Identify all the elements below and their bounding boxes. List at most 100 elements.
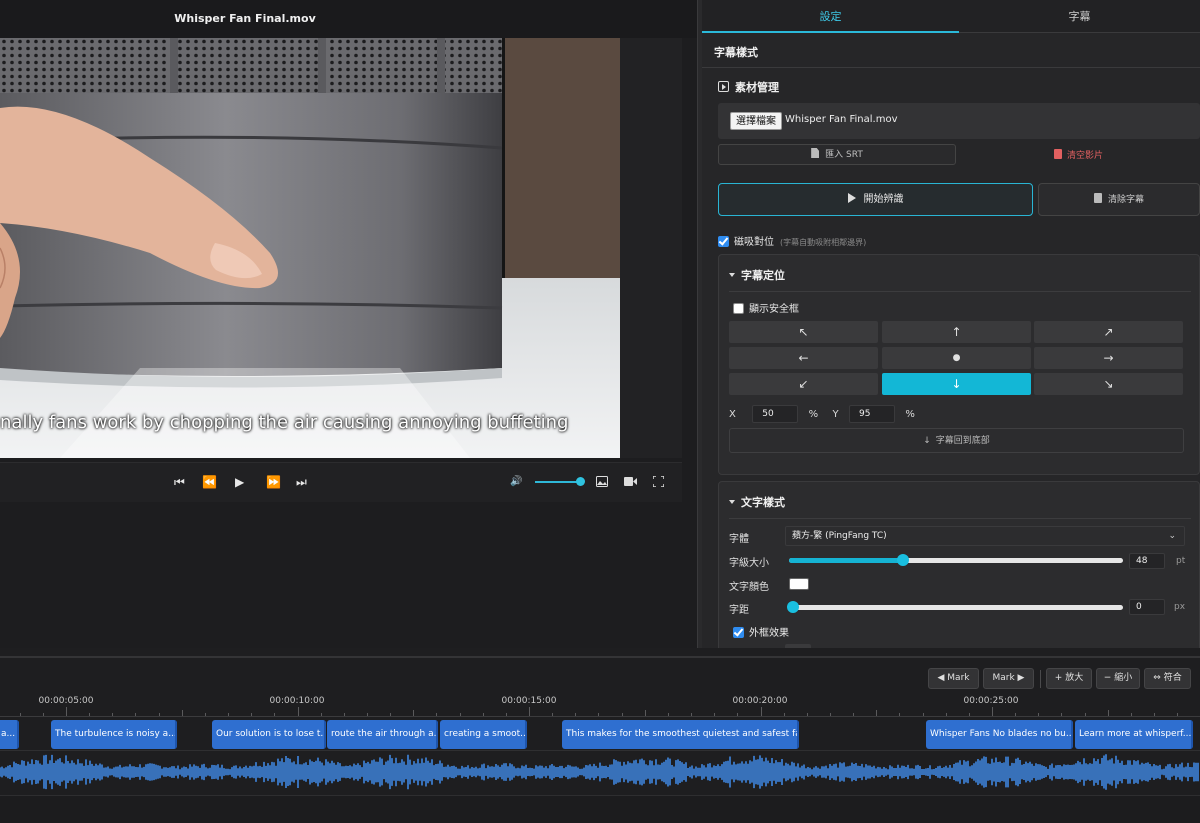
border-option: 外框效果 [733,624,789,639]
tick-mark [436,713,437,716]
tick-mark [529,707,530,716]
tick-mark [969,713,970,716]
divider [729,291,1191,292]
tick-mark [1061,713,1062,716]
import-srt-button[interactable]: 匯入 SRT [718,144,956,165]
mark-in-button[interactable]: ◀ Mark [928,668,979,689]
skip-end-icon[interactable]: ⏭ [296,475,307,489]
window-title: Whisper Fan Final.mov [174,12,316,25]
tick-mark [1085,713,1086,716]
spacing-input[interactable]: 0 [1129,599,1165,615]
tick-mark [43,713,44,716]
tick-mark [112,713,113,716]
video-frame[interactable]: nally fans work by chopping the air caus… [0,38,620,458]
pos-center-button[interactable]: ● [882,347,1031,369]
volume-slider-knob[interactable] [576,477,585,486]
divider [729,518,1191,519]
tick-mark [899,713,900,716]
position-heading[interactable]: 字幕定位 [729,267,785,283]
file-name: Whisper Fan Final.mov [785,114,898,125]
tick-mark [714,713,715,716]
fullscreen-icon[interactable] [653,476,664,487]
image-icon[interactable] [596,476,608,487]
rewind-icon[interactable]: ⏪ [202,475,217,489]
text-style-heading-label: 文字樣式 [741,496,785,509]
spacing-unit: px [1174,602,1186,612]
snap-checkbox[interactable] [718,236,729,247]
size-unit: pt [1176,556,1186,566]
file-icon [811,148,820,158]
subtitle-clip[interactable]: Dyson a... [0,720,19,749]
section-title: 字幕樣式 [714,46,758,59]
tick-label: 00:00:25:00 [963,696,1019,706]
pos-top-right-button[interactable]: ↗ [1034,321,1183,343]
divider [702,67,1200,68]
tick-mark [1154,713,1155,716]
chevron-down-icon: ⌄ [1168,531,1176,541]
waveform-path [0,754,1199,790]
tick-mark [737,713,738,716]
tab-settings[interactable]: 設定 [702,0,959,33]
subtitle-clip[interactable]: The turbulence is noisy a... [51,720,177,749]
tick-mark [506,713,507,716]
time-ruler[interactable]: 00:00:05:00 00:00:10:00 00:00:15:00 00:0… [0,691,1200,717]
audio-waveform [0,754,1199,790]
fast-forward-icon[interactable]: ⏩ [266,475,281,489]
pos-bottom-left-button[interactable]: ↙ [729,373,878,395]
x-input[interactable]: 50 [752,405,799,423]
tick-mark [321,713,322,716]
fit-button[interactable]: ⇔ 符合 [1144,668,1191,689]
tab-subtitles[interactable]: 字幕 [959,0,1200,33]
subtitle-clip[interactable]: Whisper Fans No blades no bu... [926,720,1073,749]
subtitle-clip[interactable]: Our solution is to lose t... [212,720,326,749]
subtitle-clip[interactable]: Learn more at whisperf... [1075,720,1193,749]
skip-start-icon[interactable]: ⏮ [174,475,185,489]
tick-label: 00:00:10:00 [269,696,325,706]
pos-top-left-button[interactable]: ↖ [729,321,878,343]
size-slider-knob[interactable] [897,554,909,566]
tick-label: 00:00:20:00 [732,696,788,706]
volume-icon[interactable]: 🔊 [510,475,522,489]
pos-bottom-right-button[interactable]: ↘ [1034,373,1183,395]
tick-mark [1131,713,1132,716]
pos-middle-right-button[interactable]: → [1034,347,1183,369]
play-icon[interactable]: ▶ [235,475,244,489]
choose-file-button[interactable]: 選擇檔案 [730,112,782,130]
font-value: 蘋方-繁 (PingFang TC) [792,531,887,541]
subtitle-clip[interactable]: This makes for the smoothest quietest an… [562,720,799,749]
text-color-swatch[interactable] [789,578,809,590]
clear-video-button[interactable]: 清空影片 [1054,148,1103,161]
tick-mark [20,713,21,716]
start-recognition-button[interactable]: 開始辨識 [718,183,1033,216]
subtitle-clip[interactable]: creating a smoot... [440,720,527,749]
pos-top-center-button[interactable]: ↑ [882,321,1031,343]
y-input[interactable]: 95 [848,405,895,423]
audio-track[interactable] [0,751,1200,793]
pos-middle-left-button[interactable]: ← [729,347,878,369]
x-unit: % [808,409,819,420]
pos-bottom-center-button[interactable]: ↓ [882,373,1031,395]
text-style-heading[interactable]: 文字樣式 [729,494,785,510]
tick-mark [807,713,808,716]
zoom-in-button[interactable]: + 放大 [1046,668,1092,689]
reset-to-bottom-button[interactable]: ↓ 字幕回到底部 [729,428,1184,453]
position-heading-label: 字幕定位 [741,269,785,282]
safe-area-checkbox[interactable] [733,303,744,314]
mark-out-button[interactable]: Mark ▶ [983,668,1034,689]
tick-mark [853,713,854,716]
y-label: Y [832,409,839,420]
clear-subtitles-button[interactable]: 清除字幕 [1038,183,1200,216]
border-checkbox[interactable] [733,627,744,638]
subtitle-clip[interactable]: route the air through a... [327,720,438,749]
timeline-resize-handle[interactable] [0,656,1200,658]
tick-label: 00:00:15:00 [501,696,557,706]
spacing-slider-track[interactable] [789,605,1123,610]
font-select[interactable]: 蘋方-繁 (PingFang TC) ⌄ [785,526,1185,546]
size-input[interactable]: 48 [1129,553,1165,569]
camera-icon[interactable] [624,477,637,486]
trash-icon [1093,193,1102,203]
zoom-out-button[interactable]: − 縮小 [1096,668,1140,689]
tick-mark [1038,713,1039,716]
spacing-slider-knob[interactable] [787,601,799,613]
tick-mark [89,713,90,716]
